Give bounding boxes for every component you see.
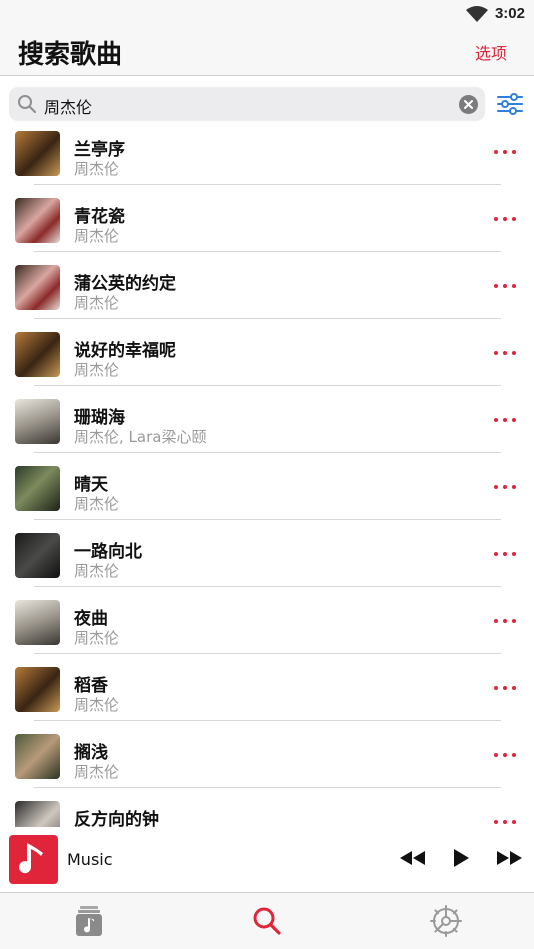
album-cover bbox=[15, 198, 60, 243]
more-options-icon[interactable] bbox=[491, 351, 521, 361]
song-title: 反方向的钟 bbox=[74, 810, 159, 827]
song-row[interactable]: 珊瑚海 周杰伦, Lara梁心颐 bbox=[0, 398, 534, 465]
more-options-icon[interactable] bbox=[491, 217, 521, 227]
settings-gear-icon bbox=[430, 905, 462, 937]
row-divider bbox=[34, 519, 501, 520]
music-library-icon bbox=[76, 906, 102, 936]
song-title: 蒲公英的约定 bbox=[74, 274, 176, 294]
song-row[interactable]: 搁浅 周杰伦 bbox=[0, 733, 534, 800]
song-artist: 周杰伦, Lara梁心颐 bbox=[74, 428, 207, 446]
mini-player[interactable]: Music bbox=[0, 827, 534, 893]
row-divider bbox=[34, 385, 501, 386]
row-divider bbox=[34, 720, 501, 721]
tab-bar bbox=[0, 893, 534, 949]
album-cover bbox=[15, 265, 60, 310]
tab-library[interactable] bbox=[0, 893, 178, 949]
song-row[interactable]: 稻香 周杰伦 bbox=[0, 666, 534, 733]
song-artist: 周杰伦 bbox=[74, 495, 120, 513]
next-track-icon[interactable] bbox=[496, 847, 524, 869]
search-value: 周杰伦 bbox=[44, 98, 93, 117]
album-cover bbox=[15, 600, 60, 645]
tab-settings[interactable] bbox=[356, 893, 534, 949]
song-row[interactable]: 青花瓷 周杰伦 bbox=[0, 197, 534, 264]
player-artwork bbox=[9, 835, 58, 884]
options-button[interactable]: 选项 bbox=[475, 40, 507, 64]
search-input[interactable]: 周杰伦 bbox=[9, 87, 485, 121]
more-options-icon[interactable] bbox=[491, 552, 521, 562]
song-artist: 周杰伦 bbox=[74, 160, 120, 178]
album-cover bbox=[15, 466, 60, 511]
music-note-icon bbox=[19, 843, 43, 874]
page-title: 搜索歌曲 bbox=[18, 40, 123, 70]
song-title: 兰亭序 bbox=[74, 140, 125, 160]
song-row[interactable]: 蒲公英的约定 周杰伦 bbox=[0, 264, 534, 331]
song-title: 珊瑚海 bbox=[74, 408, 125, 428]
song-title: 搁浅 bbox=[74, 743, 108, 763]
song-artist: 周杰伦 bbox=[74, 361, 120, 379]
album-cover bbox=[15, 399, 60, 444]
tab-search[interactable] bbox=[178, 893, 356, 949]
wifi-icon bbox=[466, 6, 488, 22]
song-title: 一路向北 bbox=[74, 542, 142, 562]
row-divider bbox=[34, 184, 501, 185]
row-divider bbox=[34, 452, 501, 453]
more-options-icon[interactable] bbox=[491, 820, 521, 827]
status-bar: 3:02 bbox=[0, 0, 534, 28]
song-artist: 周杰伦 bbox=[74, 629, 120, 647]
song-row[interactable]: 兰亭序 周杰伦 bbox=[0, 130, 534, 197]
more-options-icon[interactable] bbox=[491, 619, 521, 629]
search-icon bbox=[18, 95, 37, 114]
more-options-icon[interactable] bbox=[491, 686, 521, 696]
status-time: 3:02 bbox=[494, 5, 525, 22]
song-row[interactable]: 晴天 周杰伦 bbox=[0, 465, 534, 532]
song-row[interactable]: 反方向的钟 bbox=[0, 800, 534, 827]
song-title: 晴天 bbox=[74, 475, 108, 495]
song-artist: 周杰伦 bbox=[74, 696, 120, 714]
album-cover bbox=[15, 533, 60, 578]
row-divider bbox=[34, 653, 501, 654]
song-artist: 周杰伦 bbox=[74, 227, 120, 245]
row-divider bbox=[34, 318, 501, 319]
header: 搜索歌曲 选项 bbox=[0, 28, 534, 76]
song-list: 兰亭序 周杰伦 青花瓷 周杰伦 蒲公英的约定 周杰伦 说好的幸福呢 周杰伦 珊瑚… bbox=[0, 130, 534, 827]
row-divider bbox=[34, 787, 501, 788]
player-track-title: Music bbox=[67, 850, 113, 869]
search-row: 周杰伦 bbox=[0, 76, 534, 130]
clear-search-icon[interactable] bbox=[459, 95, 478, 114]
album-cover bbox=[15, 131, 60, 176]
more-options-icon[interactable] bbox=[491, 150, 521, 160]
more-options-icon[interactable] bbox=[491, 284, 521, 294]
album-cover bbox=[15, 667, 60, 712]
more-options-icon[interactable] bbox=[491, 753, 521, 763]
song-title: 说好的幸福呢 bbox=[74, 341, 176, 361]
album-cover bbox=[15, 734, 60, 779]
more-options-icon[interactable] bbox=[491, 418, 521, 428]
song-title: 稻香 bbox=[74, 676, 108, 696]
song-row[interactable]: 一路向北 周杰伦 bbox=[0, 532, 534, 599]
song-title: 夜曲 bbox=[74, 609, 108, 629]
row-divider bbox=[34, 586, 501, 587]
song-row[interactable]: 说好的幸福呢 周杰伦 bbox=[0, 331, 534, 398]
album-cover bbox=[15, 801, 60, 827]
row-divider bbox=[34, 251, 501, 252]
song-title: 青花瓷 bbox=[74, 207, 125, 227]
album-cover bbox=[15, 332, 60, 377]
song-artist: 周杰伦 bbox=[74, 294, 120, 312]
more-options-icon[interactable] bbox=[491, 485, 521, 495]
search-icon bbox=[253, 907, 281, 935]
previous-track-icon[interactable] bbox=[398, 847, 426, 869]
song-row[interactable]: 夜曲 周杰伦 bbox=[0, 599, 534, 666]
play-icon[interactable] bbox=[451, 847, 471, 869]
filter-sliders-icon[interactable] bbox=[497, 93, 523, 115]
song-artist: 周杰伦 bbox=[74, 562, 120, 580]
song-artist: 周杰伦 bbox=[74, 763, 120, 781]
